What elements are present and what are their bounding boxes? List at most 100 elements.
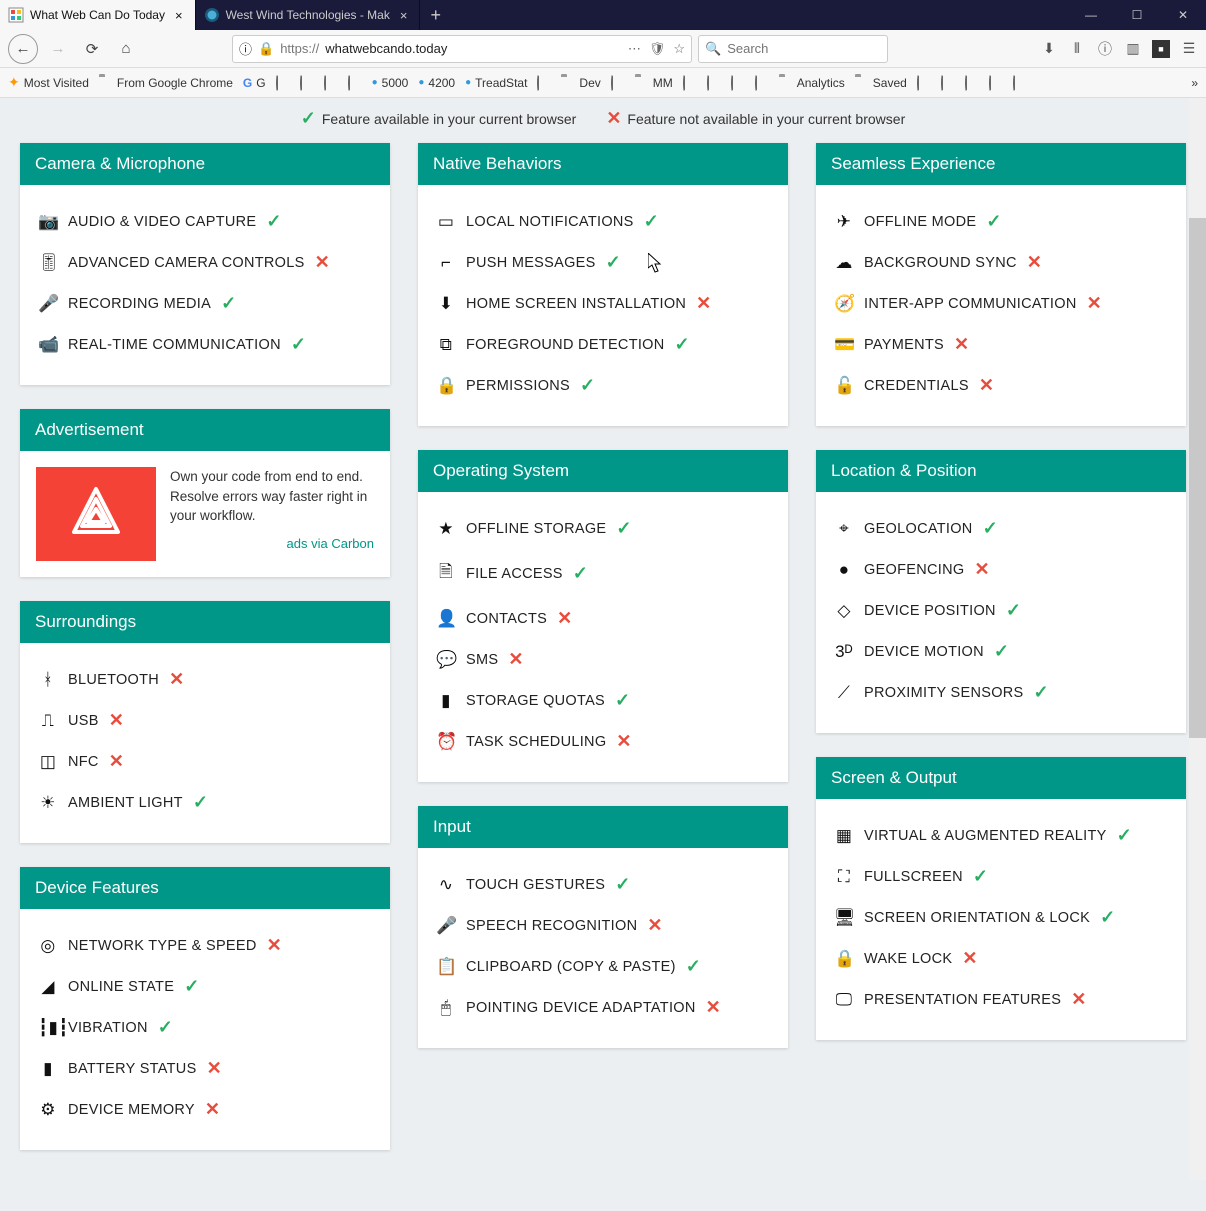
bookmark-item[interactable] — [300, 76, 314, 90]
feature-item[interactable]: 🗎FILE ACCESS✓ — [436, 549, 770, 598]
url-bar[interactable]: ⓘ 🔒 https://whatwebcando.today ⋯ 🛡 ☆ — [232, 35, 692, 63]
feature-item[interactable]: ⌖GEOLOCATION✓ — [834, 508, 1168, 549]
google-icon: G — [243, 76, 252, 90]
bookmark-item[interactable]: From Google Chrome — [99, 76, 233, 90]
menu-icon[interactable]: ☰ — [1180, 40, 1198, 58]
feature-item[interactable]: ▮BATTERY STATUS✕ — [38, 1048, 372, 1089]
new-tab-button[interactable]: + — [420, 0, 451, 30]
bookmark-item[interactable]: ●5000 — [372, 76, 409, 90]
feature-item[interactable]: ▭LOCAL NOTIFICATIONS✓ — [436, 201, 770, 242]
bookmark-item[interactable]: Saved — [855, 76, 907, 90]
addon-icon[interactable]: ⓘ — [1096, 40, 1114, 58]
feature-item[interactable]: ⏰TASK SCHEDULING✕ — [436, 721, 770, 762]
feature-item[interactable]: 🖵PRESENTATION FEATURES✕ — [834, 979, 1168, 1020]
feature-item[interactable]: ◫NFC✕ — [38, 741, 372, 782]
feature-item[interactable]: ᚼBLUETOOTH✕ — [38, 659, 372, 700]
feature-item[interactable]: ⛶FULLSCREEN✓ — [834, 856, 1168, 897]
tab-close-icon[interactable]: × — [396, 8, 412, 23]
feature-item[interactable]: 👤CONTACTS✕ — [436, 598, 770, 639]
shield-icon[interactable]: 🛡 — [649, 41, 666, 57]
feature-item[interactable]: ◇DEVICE POSITION✓ — [834, 590, 1168, 631]
ad-link[interactable]: ads via Carbon — [170, 536, 374, 551]
feature-item[interactable]: 🎤SPEECH RECOGNITION✕ — [436, 905, 770, 946]
star-icon[interactable]: ☆ — [673, 41, 685, 57]
bookmark-item[interactable] — [611, 76, 625, 90]
bookmark-item[interactable] — [348, 76, 362, 90]
more-icon[interactable]: ⋯ — [628, 41, 641, 57]
minimize-button[interactable]: — — [1068, 0, 1114, 30]
feature-item[interactable]: ◢ONLINE STATE✓ — [38, 966, 372, 1007]
feature-item[interactable]: 💬SMS✕ — [436, 639, 770, 680]
bookmark-item[interactable] — [537, 76, 551, 90]
feature-item[interactable]: ⬇HOME SCREEN INSTALLATION✕ — [436, 283, 770, 324]
bookmark-item[interactable] — [989, 76, 1003, 90]
bookmark-item[interactable]: MM — [635, 76, 673, 90]
bookmark-item[interactable]: Dev — [561, 76, 600, 90]
bookmark-overflow[interactable]: » — [1191, 76, 1198, 90]
home-button[interactable]: ⌂ — [112, 35, 140, 63]
bookmark-item[interactable] — [683, 76, 697, 90]
feature-item[interactable]: 🔒WAKE LOCK✕ — [834, 938, 1168, 979]
tab-inactive[interactable]: West Wind Technologies - Mak × — [196, 0, 421, 30]
bookmark-item[interactable] — [917, 76, 931, 90]
feature-item[interactable]: ⚙DEVICE MEMORY✕ — [38, 1089, 372, 1130]
feature-item[interactable]: 3ᴰDEVICE MOTION✓ — [834, 631, 1168, 672]
feature-item[interactable]: ⎍USB✕ — [38, 700, 372, 741]
feature-item[interactable]: ⧉FOREGROUND DETECTION✓ — [436, 324, 770, 365]
bookmark-item[interactable] — [324, 76, 338, 90]
feature-item[interactable]: ●GEOFENCING✕ — [834, 549, 1168, 590]
library-icon[interactable]: ⫴ — [1068, 40, 1086, 58]
reload-button[interactable]: ⟳ — [78, 35, 106, 63]
search-bar[interactable]: 🔍 — [698, 35, 888, 63]
ad-image[interactable] — [36, 467, 156, 561]
scrollbar-thumb[interactable] — [1189, 218, 1206, 738]
bookmark-item[interactable] — [276, 76, 290, 90]
bookmark-item[interactable]: ●4200 — [418, 76, 455, 90]
feature-item[interactable]: 🖱POINTING DEVICE ADAPTATION✕ — [436, 987, 770, 1028]
feature-item[interactable]: ▮STORAGE QUOTAS✓ — [436, 680, 770, 721]
feature-item[interactable]: ★OFFLINE STORAGE✓ — [436, 508, 770, 549]
bookmark-item[interactable]: ●TreadStat — [465, 76, 527, 90]
bookmark-item[interactable] — [941, 76, 955, 90]
bookmark-item[interactable]: ✦Most Visited — [8, 74, 89, 91]
feature-item[interactable]: ▦VIRTUAL & AUGMENTED REALITY✓ — [834, 815, 1168, 856]
feature-item[interactable]: 📹REAL-TIME COMMUNICATION✓ — [38, 324, 372, 365]
bookmark-item[interactable]: Analytics — [779, 76, 845, 90]
feature-item[interactable]: ☁BACKGROUND SYNC✕ — [834, 242, 1168, 283]
feature-item[interactable]: ∿TOUCH GESTURES✓ — [436, 864, 770, 905]
feature-item[interactable]: 💳PAYMENTS✕ — [834, 324, 1168, 365]
feature-label: ADVANCED CAMERA CONTROLS — [68, 255, 305, 271]
bookmark-item[interactable] — [965, 76, 979, 90]
maximize-button[interactable]: ☐ — [1114, 0, 1160, 30]
bookmark-item[interactable] — [755, 76, 769, 90]
feature-item[interactable]: 📷AUDIO & VIDEO CAPTURE✓ — [38, 201, 372, 242]
info-icon[interactable]: ⓘ — [239, 39, 252, 58]
feature-item[interactable]: ✈OFFLINE MODE✓ — [834, 201, 1168, 242]
feature-item[interactable]: 🎤RECORDING MEDIA✓ — [38, 283, 372, 324]
feature-item[interactable]: 🔓CREDENTIALS✕ — [834, 365, 1168, 406]
close-window-button[interactable]: ✕ — [1160, 0, 1206, 30]
search-input[interactable] — [727, 41, 881, 56]
downloads-icon[interactable]: ⬇ — [1040, 40, 1058, 58]
bookmark-item[interactable] — [1013, 76, 1027, 90]
feature-item[interactable]: 📋CLIPBOARD (COPY & PASTE)✓ — [436, 946, 770, 987]
bookmark-item[interactable] — [707, 76, 721, 90]
feature-item[interactable]: ⌐PUSH MESSAGES✓ — [436, 242, 770, 283]
feature-item[interactable]: ◎NETWORK TYPE & SPEED✕ — [38, 925, 372, 966]
tab-active[interactable]: What Web Can Do Today × — [0, 0, 196, 30]
feature-item[interactable]: ⟋PROXIMITY SENSORS✓ — [834, 672, 1168, 713]
bookmark-item[interactable] — [731, 76, 745, 90]
feature-item[interactable]: 🧭INTER-APP COMMUNICATION✕ — [834, 283, 1168, 324]
tab-close-icon[interactable]: × — [171, 8, 187, 23]
extension-icon[interactable]: ■ — [1152, 40, 1170, 58]
check-icon: ✓ — [184, 976, 199, 997]
sidebar-icon[interactable]: ▥ — [1124, 40, 1142, 58]
feature-item[interactable]: ┇▮┇VIBRATION✓ — [38, 1007, 372, 1048]
forward-button[interactable]: → — [44, 35, 72, 63]
feature-item[interactable]: 🔒PERMISSIONS✓ — [436, 365, 770, 406]
feature-item[interactable]: ☀AMBIENT LIGHT✓ — [38, 782, 372, 823]
bookmark-item[interactable]: GG — [243, 76, 266, 90]
feature-item[interactable]: 🖥SCREEN ORIENTATION & LOCK✓ — [834, 897, 1168, 938]
back-button[interactable]: ← — [8, 34, 38, 64]
feature-item[interactable]: 🎚ADVANCED CAMERA CONTROLS✕ — [38, 242, 372, 283]
